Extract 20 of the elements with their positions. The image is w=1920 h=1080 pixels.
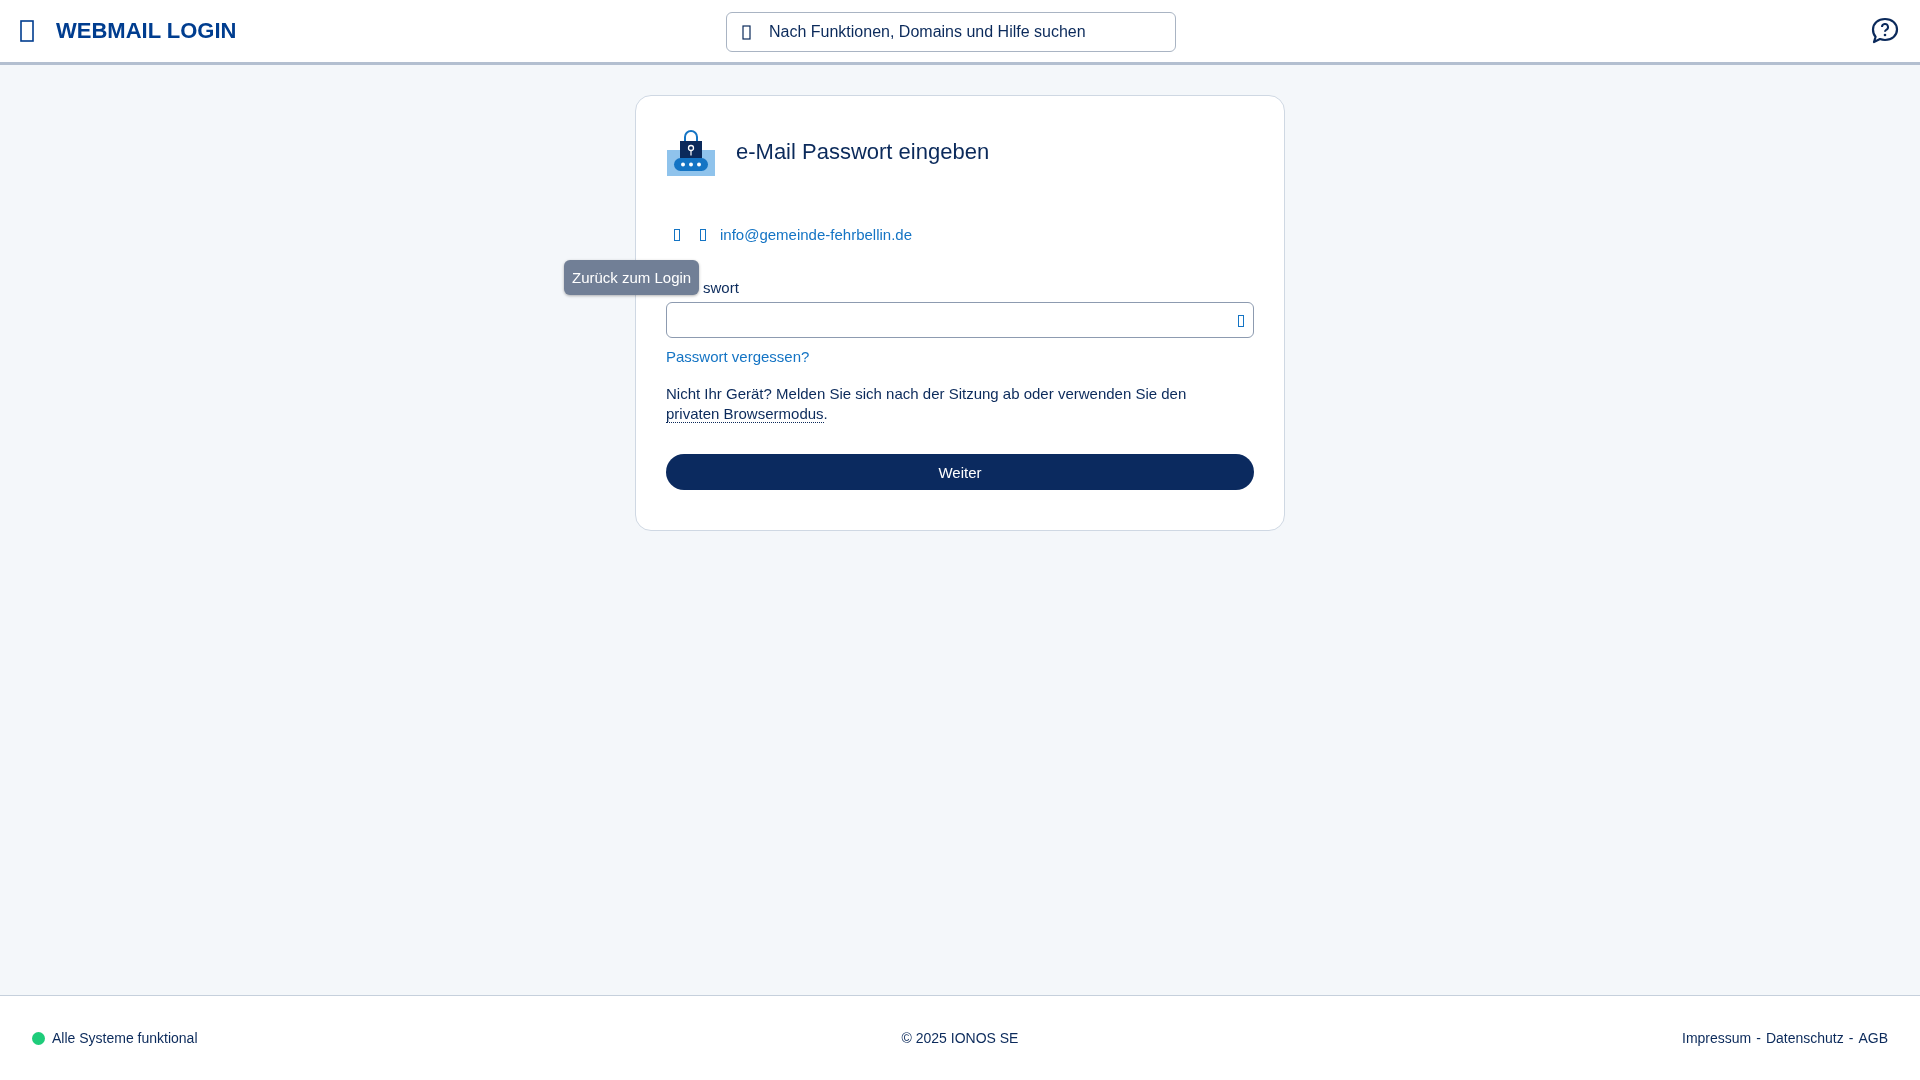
separator: - [1848,1030,1854,1046]
copyright-text: © 2025 IONOS SE [901,1030,1019,1046]
footer-link[interactable]: Datenschutz [1765,1030,1844,1046]
password-label: swort [703,279,740,296]
notice-text: Nicht Ihr Gerät? Melden Sie sich nach der Sitzung ab oder verwenden Sie den privaten Browsermodus. [666,384,1188,424]
private-mode-link[interactable]: privaten Browsermodus [666,405,824,423]
footer-link[interactable]: Impressum [1682,1030,1752,1046]
status-text: Alle Systeme funktional [52,1030,198,1046]
help-chat-icon[interactable] [1870,17,1900,45]
footer-link[interactable]: AGB [1858,1030,1888,1046]
card-title: e-Mail Passwort eingeben [736,139,990,165]
forgot-password-link[interactable]: Passwort vergessen? [666,348,810,365]
email-address: info@gemeinde-fehrbellin.de [720,226,912,243]
search-field[interactable]: Nach Funktionen, Domains und Hilfe suchen [726,12,1176,52]
password-field[interactable] [666,302,1254,338]
continue-button[interactable]: Weiter [666,454,1254,490]
page-title: WEBMAIL LOGIN [56,18,237,44]
lock-password-icon [666,128,716,176]
tooltip: Zurück zum Login [564,260,700,295]
separator: - [1756,1030,1761,1046]
